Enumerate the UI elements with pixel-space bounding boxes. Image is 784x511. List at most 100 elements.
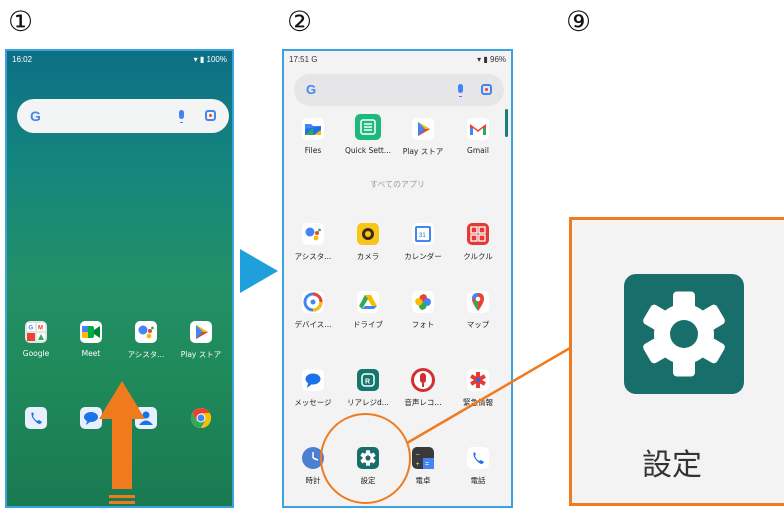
google-g-icon: G	[30, 108, 41, 124]
google-lens-icon[interactable]	[205, 110, 216, 121]
play-store-icon	[190, 321, 212, 343]
app-assistant[interactable]: アシスタ...	[290, 223, 336, 262]
google-g-icon: G	[306, 82, 317, 97]
app-label: デバイス...	[294, 320, 332, 329]
emergency-info-icon	[467, 369, 489, 391]
app-assistant[interactable]: アシスタ...	[123, 321, 169, 360]
app-realreji[interactable]: R リアレジd...	[345, 369, 391, 408]
app-label: Play ストア	[180, 350, 222, 359]
gmail-icon	[467, 118, 489, 140]
app-label: クルクル	[463, 252, 493, 261]
swipe-up-arrow-icon	[99, 381, 145, 504]
app-label: マップ	[466, 320, 490, 329]
phone-icon	[467, 447, 489, 469]
settings-gear-icon[interactable]	[624, 274, 744, 394]
drive-icon	[357, 291, 379, 313]
maps-icon	[467, 291, 489, 313]
app-label: アシスタ...	[294, 252, 332, 261]
app-device-health[interactable]: デバイス...	[290, 291, 336, 330]
svg-text:=: =	[425, 461, 429, 468]
app-label: メッセージ	[294, 398, 332, 407]
svg-text:–: –	[416, 452, 420, 458]
play-store-icon	[412, 118, 434, 140]
calculator-icon: – = +	[412, 447, 434, 469]
kurukuru-icon	[467, 223, 489, 245]
status-bar: 16:02 ▾ ▮ 100%	[7, 51, 232, 67]
app-label: リアレジd...	[347, 398, 389, 407]
mic-icon[interactable]	[458, 84, 463, 97]
calendar-icon: 31	[412, 223, 434, 245]
app-phone[interactable]: 電話	[455, 447, 501, 486]
app-files[interactable]: Files	[290, 118, 336, 155]
svg-text:R: R	[365, 379, 370, 386]
app-emergency-info[interactable]: 緊急情報	[455, 369, 501, 408]
app-play-store[interactable]: Play ストア	[400, 118, 446, 157]
app-label: アシスタ...	[127, 350, 165, 359]
svg-text:G: G	[29, 326, 34, 332]
step-number-2: ②	[287, 5, 313, 38]
settings-label: 設定	[642, 448, 702, 483]
mic-icon[interactable]	[179, 110, 184, 123]
realreji-icon: R	[357, 369, 379, 391]
status-bar: 17:51 G ▾ ▮ 96%	[284, 51, 511, 67]
app-calendar[interactable]: 31 カレンダー	[400, 223, 446, 262]
app-label: Gmail	[467, 146, 489, 155]
dock-phone[interactable]	[13, 407, 59, 429]
app-play-store[interactable]: Play ストア	[178, 321, 224, 360]
app-label: ドライブ	[353, 320, 383, 329]
phone-icon	[25, 407, 47, 429]
app-messages[interactable]: メッセージ	[290, 369, 336, 408]
camera-icon	[357, 223, 379, 245]
all-apps-heading: すべてのアプリ	[369, 180, 426, 189]
assistant-icon	[302, 223, 324, 245]
step-number-9: ⑨	[566, 5, 592, 38]
files-icon	[302, 118, 324, 140]
quick-settings-icon	[355, 114, 381, 140]
google-lens-icon[interactable]	[481, 84, 492, 95]
settings-highlight-circle	[320, 413, 411, 504]
dock-chrome[interactable]	[178, 407, 224, 429]
meet-icon	[80, 321, 102, 343]
app-quick-settings[interactable]: Quick Sett...	[345, 114, 391, 155]
app-label: 緊急情報	[463, 398, 493, 407]
app-label: Play ストア	[402, 147, 444, 156]
app-label: フォト	[411, 320, 435, 329]
app-label: 電話	[470, 476, 486, 485]
status-battery: ▾ ▮ 96%	[477, 55, 506, 64]
app-label: Meet	[81, 349, 101, 358]
home-screen-phone: 16:02 ▾ ▮ 100% G GM Google Meet アシスタ... …	[5, 49, 234, 508]
app-meet[interactable]: Meet	[68, 321, 114, 358]
app-kurukuru[interactable]: クルクル	[455, 223, 501, 262]
status-time: 17:51 G	[289, 55, 318, 64]
chrome-icon	[190, 407, 212, 429]
app-maps[interactable]: マップ	[455, 291, 501, 330]
app-label: 音声レコ...	[404, 398, 442, 407]
svg-text:M: M	[38, 326, 43, 332]
device-icon	[302, 291, 324, 313]
app-label: Google	[22, 349, 50, 358]
app-photos[interactable]: フォト	[400, 291, 446, 330]
app-label: Quick Sett...	[345, 146, 391, 155]
settings-zoom-callout: 設定	[569, 217, 784, 506]
next-step-arrow-icon	[240, 249, 278, 293]
scrollbar[interactable]	[505, 109, 508, 137]
app-voice-recorder[interactable]: 音声レコ...	[400, 367, 446, 408]
google-search-bar[interactable]: G	[294, 74, 504, 106]
app-label: カレンダー	[404, 252, 442, 261]
messages-icon	[302, 369, 324, 391]
app-gmail[interactable]: Gmail	[455, 118, 501, 155]
google-folder-icon: GM	[25, 321, 47, 343]
svg-text:31: 31	[419, 233, 426, 239]
step-number-1: ①	[8, 5, 34, 38]
voice-recorder-icon	[410, 367, 436, 393]
app-camera[interactable]: カメラ	[345, 223, 391, 262]
google-search-bar[interactable]: G	[17, 99, 229, 133]
status-battery: ▾ ▮ 100%	[193, 55, 227, 64]
photos-icon	[412, 291, 434, 313]
app-label: Files	[304, 146, 322, 155]
assistant-icon	[135, 321, 157, 343]
app-drive[interactable]: ドライブ	[345, 291, 391, 330]
app-google-folder[interactable]: GM Google	[13, 321, 59, 358]
status-time: 16:02	[12, 55, 33, 64]
svg-text:+: +	[416, 462, 420, 468]
